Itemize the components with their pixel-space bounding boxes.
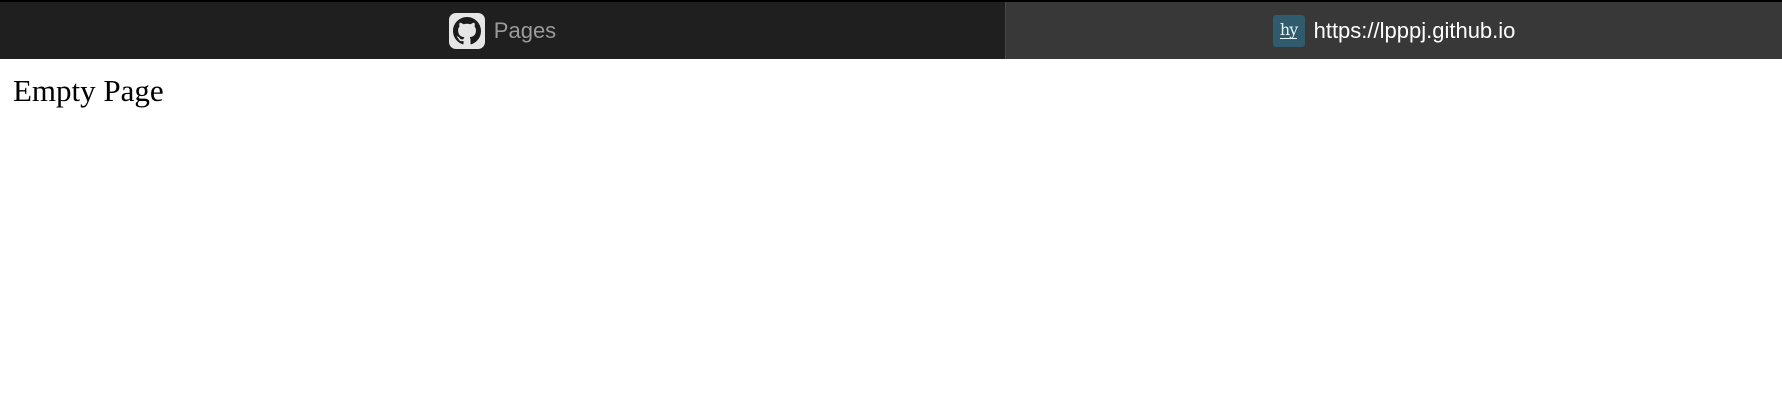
favicon-text: hy xyxy=(1279,20,1298,39)
tab-pages[interactable]: Pages xyxy=(0,2,1005,59)
page-title: Empty Page xyxy=(13,73,164,108)
tab-bar: Pages hy https://lpppj.github.io xyxy=(0,0,1782,59)
tab-lpppj-site[interactable]: hy https://lpppj.github.io xyxy=(1005,2,1782,59)
github-icon xyxy=(448,12,485,49)
tab-label: https://lpppj.github.io xyxy=(1313,17,1516,43)
tab-label: Pages xyxy=(493,17,557,43)
site-favicon-icon: hy xyxy=(1272,14,1305,47)
page-content: Empty Page xyxy=(0,59,1782,412)
